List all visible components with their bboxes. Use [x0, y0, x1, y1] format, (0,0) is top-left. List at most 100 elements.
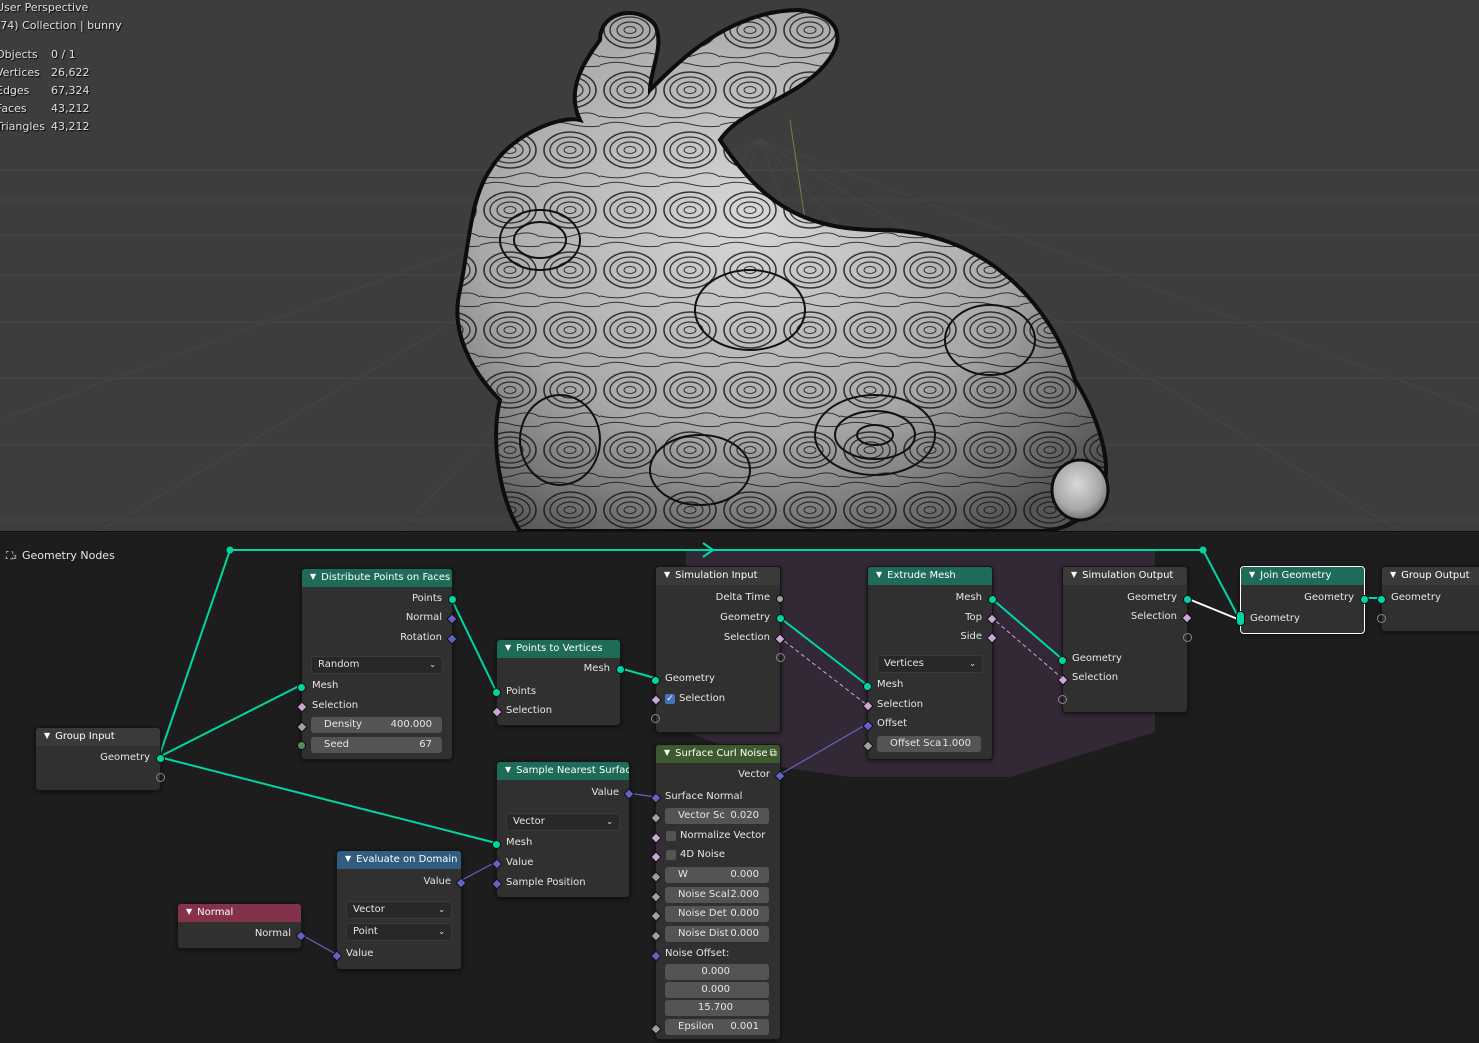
node-header[interactable]: ▼ Surface Curl Noise ⧉ [656, 745, 780, 763]
noise-4d-checkbox[interactable] [666, 850, 676, 860]
node-header[interactable]: ▼ Group Output [1382, 567, 1479, 585]
noise-offset-z-field[interactable]: 15.700 [665, 1000, 769, 1016]
node-header[interactable]: ▼ Simulation Output [1063, 567, 1187, 585]
node-header[interactable]: ▼ Extrude Mesh [868, 567, 992, 585]
node-surface-curl-noise[interactable]: ▼ Surface Curl Noise ⧉ Vector Surface Norm… [650, 744, 786, 1040]
data-type-select[interactable]: Vector ⌄ [506, 813, 620, 831]
stats-edges-value: 67,324 [51, 84, 90, 97]
node-header[interactable]: ▼ Simulation Input [656, 567, 780, 585]
chevron-down-icon[interactable]: ▼ [1249, 567, 1255, 584]
field-value: 1.000 [942, 738, 971, 749]
noise-offset-y-field[interactable]: 0.000 [665, 982, 769, 998]
node-extrude-mesh[interactable]: ▼ Extrude Mesh Mesh Top Side Vertices ⌄ Me… [862, 566, 998, 760]
socket-empty[interactable] [776, 653, 785, 662]
chevron-down-icon[interactable]: ▼ [505, 640, 511, 657]
3d-viewport[interactable]: User Perspective (74) Collection | bunny… [0, 0, 1479, 531]
noise-scale-field[interactable]: Noise Scal 2.000 [665, 887, 769, 903]
field-value: 0.000 [701, 984, 730, 995]
chevron-down-icon[interactable]: ▼ [1071, 567, 1077, 584]
seed-field[interactable]: Seed 67 [311, 737, 442, 753]
socket-geometry-out[interactable] [1183, 595, 1192, 604]
field-value: 15.700 [698, 1002, 733, 1013]
chevron-down-icon[interactable]: ▼ [44, 728, 50, 745]
node-distribute-points[interactable]: ▼ Distribute Points on Faces Points Norma… [296, 568, 458, 760]
chevron-down-icon[interactable]: ▼ [664, 745, 670, 762]
node-header[interactable]: ▼ Join Geometry [1241, 567, 1364, 585]
socket-geometry-in[interactable] [1377, 595, 1386, 604]
socket-mesh-out[interactable] [988, 595, 997, 604]
socket-points-out[interactable] [448, 595, 457, 604]
chevron-down-icon[interactable]: ▼ [186, 904, 192, 921]
field-value: 0.020 [730, 810, 759, 821]
node-normal[interactable]: ▼ Normal Normal [177, 903, 307, 949]
node-editor[interactable]: ⛶₂ Geometry Nodes ▼ Group Input Geometry ▼… [0, 531, 1479, 1043]
socket-geometry-in[interactable] [651, 676, 660, 685]
socket-empty[interactable] [156, 773, 165, 782]
node-header[interactable]: ▼ Group Input [36, 728, 160, 746]
socket-label: Geometry [1127, 592, 1177, 603]
chevron-down-icon[interactable]: ▼ [345, 851, 351, 868]
select-value: Vector [353, 904, 385, 915]
noise-distortion-field[interactable]: Noise Dist 0.000 [665, 926, 769, 942]
socket-mesh-in[interactable] [297, 683, 306, 692]
offset-scale-field[interactable]: Offset Sca 1.000 [877, 736, 981, 752]
stats-edges-label: Edges [0, 84, 30, 97]
view-perspective-label: User Perspective [0, 1, 89, 14]
socket-geometry-in[interactable] [1058, 656, 1067, 665]
node-title: Evaluate on Domain [356, 854, 458, 865]
socket-mesh-in[interactable] [863, 682, 872, 691]
node-simulation-output[interactable]: ▼ Simulation Output Geometry Selection Ge… [1057, 566, 1193, 713]
node-sample-nearest-surface[interactable]: ▼ Sample Nearest Surface Value Vector ⌄ Me… [491, 761, 635, 898]
node-header[interactable]: ▼ Distribute Points on Faces [302, 569, 452, 587]
socket-geometry-multi-in[interactable] [1236, 611, 1245, 626]
epsilon-field[interactable]: Epsilon 0.001 [665, 1019, 769, 1035]
vector-scale-field[interactable]: Vector Sc 0.020 [665, 808, 769, 824]
stats-objects-label: Objects [0, 48, 38, 61]
chevron-down-icon[interactable]: ▼ [310, 569, 316, 586]
socket-empty[interactable] [651, 714, 660, 723]
distribute-mode-select[interactable]: Random ⌄ [311, 656, 443, 674]
socket-delta-time-out[interactable] [776, 595, 784, 603]
node-simulation-input[interactable]: ▼ Simulation Input Delta Time Geometry Se… [650, 566, 786, 733]
socket-geometry-out[interactable] [1360, 595, 1369, 604]
chevron-down-icon[interactable]: ▼ [505, 762, 511, 779]
chevron-down-icon[interactable]: ▼ [1390, 567, 1396, 584]
socket-empty[interactable] [1058, 695, 1067, 704]
socket-points-in[interactable] [492, 688, 501, 697]
socket-empty[interactable] [1377, 614, 1386, 623]
node-header[interactable]: ▼ Evaluate on Domain [337, 851, 461, 869]
socket-mesh-out[interactable] [616, 665, 625, 674]
socket-mesh-in[interactable] [492, 840, 501, 849]
node-header[interactable]: ▼ Points to Vertices [497, 640, 620, 658]
data-type-select[interactable]: Vector ⌄ [346, 901, 452, 919]
density-field[interactable]: Density 400.000 [311, 717, 442, 733]
chevron-down-icon: ⌄ [429, 660, 436, 669]
node-points-to-vertices[interactable]: ▼ Points to Vertices Mesh Points Selectio… [491, 639, 625, 726]
node-header[interactable]: ▼ Normal [178, 904, 301, 922]
domain-select[interactable]: Point ⌄ [346, 923, 452, 941]
w-field[interactable]: W 0.000 [665, 867, 769, 883]
chevron-down-icon[interactable]: ▼ [664, 567, 670, 584]
link-group-to-sample [158, 756, 497, 844]
field-label: Seed [324, 739, 349, 750]
socket-empty[interactable] [1183, 633, 1192, 642]
node-group-output[interactable]: ▼ Group Output Geometry [1377, 566, 1479, 632]
socket-label: Mesh [955, 592, 982, 603]
socket-label: Selection [1130, 611, 1177, 622]
normalize-vector-checkbox[interactable] [666, 831, 676, 841]
extrude-mode-select[interactable]: Vertices ⌄ [877, 655, 983, 673]
socket-seed-in[interactable] [297, 741, 306, 750]
node-group-input[interactable]: ▼ Group Input Geometry [35, 727, 165, 791]
socket-geometry-out[interactable] [776, 614, 785, 623]
noise-detail-field[interactable]: Noise Det 0.000 [665, 906, 769, 922]
node-evaluate-on-domain[interactable]: ▼ Evaluate on Domain Value Vector ⌄ Point ⌄… [331, 850, 467, 970]
socket-geometry-out[interactable] [156, 754, 165, 763]
selection-checkbox[interactable]: ✓ [665, 694, 675, 704]
stats-objects-value: 0 / 1 [51, 48, 76, 61]
stats-triangles-label: Triangles [0, 120, 45, 133]
viewport-grid [0, 7, 1479, 531]
node-join-geometry[interactable]: ▼ Join Geometry Geometry Geometry [1236, 566, 1369, 634]
noise-offset-x-field[interactable]: 0.000 [665, 964, 769, 980]
node-header[interactable]: ▼ Sample Nearest Surface [497, 762, 629, 780]
chevron-down-icon[interactable]: ▼ [876, 567, 882, 584]
